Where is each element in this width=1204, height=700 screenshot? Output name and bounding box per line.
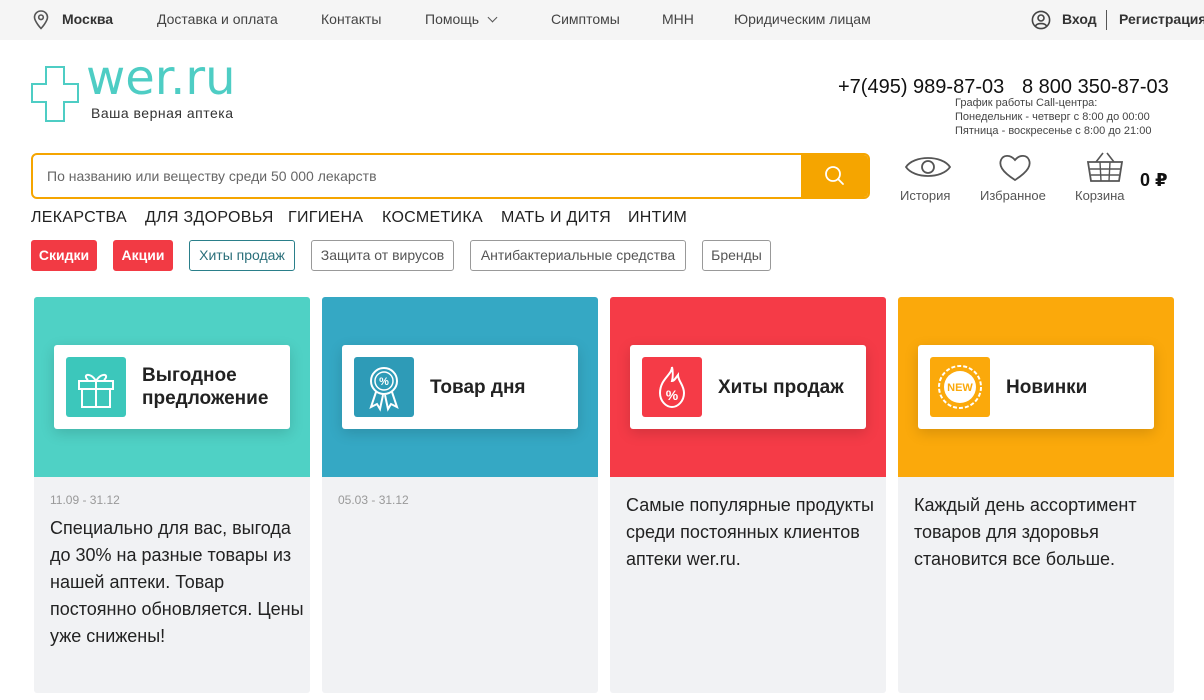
logo-name[interactable]: wer.ru	[86, 54, 236, 102]
svg-text:%: %	[379, 376, 389, 388]
schedule-title: График работы Call-центра:	[955, 97, 1098, 109]
basket-icon	[1086, 152, 1124, 182]
promo-card-new[interactable]: NEW Новинки Каждый день ассортимент това…	[898, 297, 1174, 693]
gift-icon	[66, 357, 126, 417]
location-pin-icon[interactable]	[32, 10, 50, 30]
history-label: История	[900, 188, 951, 203]
cart-total[interactable]: 0 ₽	[1140, 170, 1168, 191]
heart-icon	[999, 154, 1031, 182]
card-title-panel: NEW Новинки	[918, 345, 1154, 429]
nav-contacts-link[interactable]: Контакты	[321, 11, 381, 27]
schedule-weekend: Пятница - воскресенье с 8:00 до 21:00	[955, 125, 1152, 137]
card-title: Выгодное предложение	[142, 365, 269, 409]
chip-bestsellers[interactable]: Хиты продаж	[189, 240, 295, 271]
card-title: Новинки	[1006, 376, 1088, 398]
nav-symptoms-link[interactable]: Симптомы	[551, 11, 620, 27]
call-center-schedule: График работы Call-центра: Понедельник -…	[955, 96, 1170, 138]
card-title-panel: % Товар дня	[342, 345, 578, 429]
card-header: NEW Новинки	[898, 297, 1174, 477]
search-icon	[825, 166, 844, 185]
logo-cross-icon[interactable]	[31, 66, 79, 122]
nav-legal-link[interactable]: Юридическим лицам	[734, 11, 871, 27]
nav-help-label: Помощь	[425, 11, 480, 27]
card-date: 11.09 - 31.12	[50, 493, 120, 507]
chip-discounts[interactable]: Скидки	[31, 240, 97, 271]
chip-antibacterial[interactable]: Антибактериальные средства	[470, 240, 686, 271]
category-medicines[interactable]: ЛЕКАРСТВА	[31, 209, 127, 227]
chip-brands[interactable]: Бренды	[702, 240, 771, 271]
card-header: % Товар дня	[322, 297, 598, 477]
category-health[interactable]: ДЛЯ ЗДОРОВЬЯ	[145, 209, 274, 227]
new-badge-icon: NEW	[930, 357, 990, 417]
category-hygiene[interactable]: ГИГИЕНА	[288, 209, 363, 227]
register-link[interactable]: Регистрация	[1119, 11, 1204, 27]
card-title-panel: Выгодное предложение	[54, 345, 290, 429]
chevron-down-icon	[487, 12, 498, 23]
card-description: Самые популярные продукты среди постоянн…	[626, 495, 874, 569]
schedule-weekdays: Понедельник - четверг с 8:00 до 00:00	[955, 111, 1150, 123]
card-title: Хиты продаж	[718, 376, 844, 398]
logo-tagline: Ваша верная аптека	[91, 105, 234, 121]
percent-ribbon-icon: %	[354, 357, 414, 417]
promo-card-offer[interactable]: Выгодное предложение 11.09 - 31.12 Специ…	[34, 297, 310, 693]
nav-help-dropdown[interactable]: Помощь	[425, 11, 498, 27]
top-bar: Москва Доставка и оплата Контакты Помощь…	[0, 0, 1204, 40]
card-description: Каждый день ассортимент товаров для здор…	[914, 495, 1137, 569]
card-header: Выгодное предложение	[34, 297, 310, 477]
card-description: Специально для вас, выгода до 30% на раз…	[50, 518, 304, 646]
category-mother-child[interactable]: МАТЬ И ДИТЯ	[501, 209, 611, 227]
chip-promotions[interactable]: Акции	[113, 240, 173, 271]
search-button[interactable]	[801, 155, 868, 197]
card-header: % Хиты продаж	[610, 297, 886, 477]
favorites-label: Избранное	[980, 188, 1046, 203]
promo-card-day-product[interactable]: % Товар дня 05.03 - 31.12	[322, 297, 598, 693]
chip-virus-protection[interactable]: Защита от вирусов	[311, 240, 454, 271]
category-cosmetics[interactable]: КОСМЕТИКА	[382, 209, 483, 227]
svg-text:NEW: NEW	[947, 382, 973, 394]
promo-card-bestsellers[interactable]: % Хиты продаж Самые популярные продукты …	[610, 297, 886, 693]
svg-text:%: %	[666, 387, 679, 403]
search-input[interactable]	[33, 155, 803, 197]
divider	[1106, 10, 1107, 30]
fire-percent-icon: %	[642, 357, 702, 417]
card-title-panel: % Хиты продаж	[630, 345, 866, 429]
user-icon[interactable]	[1031, 10, 1051, 30]
category-intimate[interactable]: ИНТИМ	[628, 209, 687, 227]
login-link[interactable]: Вход	[1062, 11, 1097, 27]
card-date: 05.03 - 31.12	[338, 493, 409, 507]
city-selector[interactable]: Москва	[62, 11, 113, 27]
eye-icon	[904, 157, 952, 177]
nav-delivery-link[interactable]: Доставка и оплата	[157, 11, 278, 27]
card-title: Товар дня	[430, 376, 526, 398]
cart-label: Корзина	[1075, 188, 1125, 203]
search-bar	[31, 153, 870, 199]
nav-mnn-link[interactable]: МНН	[662, 11, 694, 27]
